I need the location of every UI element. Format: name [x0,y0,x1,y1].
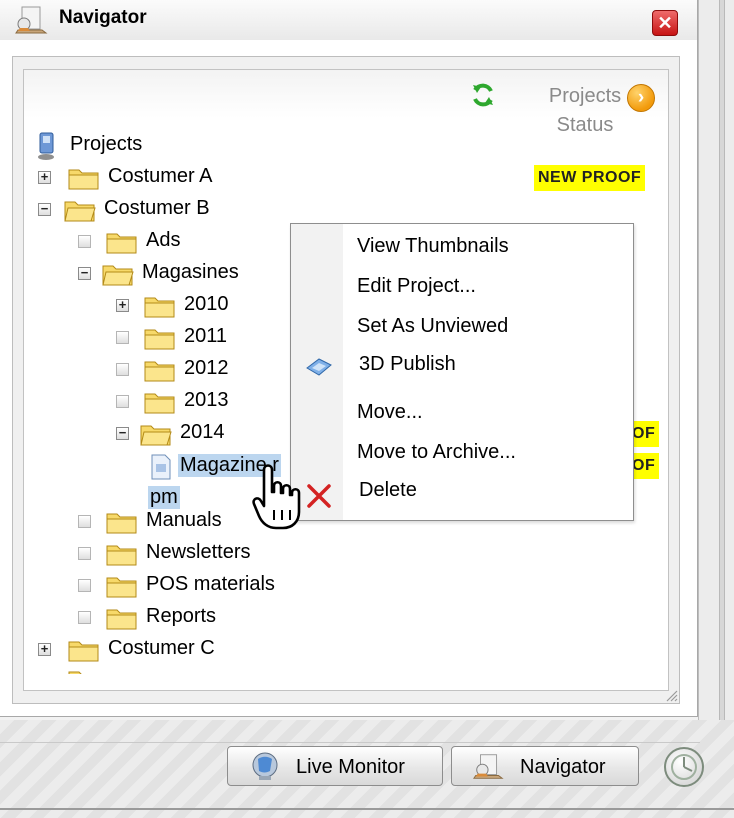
live-monitor-button[interactable]: Live Monitor [227,746,443,786]
folder-icon [106,545,137,566]
tree-label: Magasines [142,261,239,283]
leaf-node-icon [78,579,91,592]
projects-status-line2: Status [556,114,614,136]
window-title: Navigator [59,7,147,28]
menu-item-move[interactable]: Move... [357,401,423,429]
tree-label: 2011 [184,325,228,347]
tree-label: Costumer C [108,637,215,659]
navigator-taskbar-button[interactable]: Navigator [451,746,639,786]
tree-label: 2012 [184,357,229,379]
projects-status-arrow-icon[interactable]: › [627,84,655,112]
collapse-minus-icon[interactable]: − [38,202,51,216]
hand-pointer-cursor-icon [252,464,301,530]
folder-icon [68,169,99,190]
refresh-icon[interactable] [470,82,496,108]
tree-label: Projects [70,133,143,155]
menu-item-view-thumbnails[interactable]: View Thumbnails [357,235,509,263]
projects-computer-icon [38,132,54,160]
leaf-node-icon [78,611,91,624]
tree-label: Newsletters [146,541,251,563]
leaf-node-icon [116,395,129,408]
status-globe-icon [671,754,697,780]
navigator-app-icon [15,6,48,34]
context-menu: View Thumbnails Edit Project... Set As U… [290,223,634,521]
folder-icon [144,329,175,350]
tree-label: 2010 [184,293,229,315]
live-monitor-label: Live Monitor [296,756,405,778]
navigator-taskbar-label: Navigator [520,756,606,778]
leaf-node-icon [116,331,129,344]
folder-icon [106,577,137,598]
expand-plus-icon[interactable]: + [38,642,51,656]
folder-open-icon [102,265,134,286]
close-button[interactable]: ✕ [652,10,678,36]
navigator-app-icon [473,754,504,779]
menu-item-move-to-archive[interactable]: Move to Archive... [357,441,516,469]
folder-icon [106,233,137,254]
menu-item-edit-project[interactable]: Edit Project... [357,275,476,303]
panel-header: Projects Status › [24,70,668,136]
leaf-node-icon [116,363,129,376]
folder-icon [144,361,175,382]
delete-x-icon [307,484,331,508]
tree-label: Costumer B [104,197,210,219]
status-globe-button[interactable] [664,747,704,787]
clipped-tree-row [66,668,226,674]
folder-icon [144,393,175,414]
tree-label: Reports [146,605,217,627]
tree-label: Costumer A [108,165,213,187]
expand-plus-icon[interactable]: + [38,170,51,184]
expand-plus-icon[interactable]: + [116,298,129,312]
projects-status-line1: Projects [548,85,622,107]
menu-item-delete[interactable]: Delete [359,479,417,507]
menu-item-set-as-unviewed[interactable]: Set As Unviewed [357,315,508,343]
projects-status-link[interactable]: Projects Status [534,82,636,140]
document-icon [151,454,171,480]
new-proof-badge: NEW PROOF [534,165,646,191]
leaf-node-icon [78,547,91,560]
close-icon: ✕ [657,13,673,33]
tree-label: 2013 [184,389,229,411]
folder-icon [68,671,82,674]
live-monitor-icon [252,752,278,780]
folder-open-icon [140,425,172,446]
resize-grip-icon[interactable] [664,688,678,702]
folder-open-icon [64,201,96,222]
tree-label: Ads [146,229,181,251]
folder-icon [68,641,99,662]
folder-icon [144,297,175,318]
folder-icon [106,513,137,534]
leaf-node-icon [78,235,91,248]
background-window-edge [698,0,734,818]
collapse-minus-icon[interactable]: − [78,266,91,280]
folder-icon [106,609,137,630]
leaf-node-icon [78,515,91,528]
tree-label: POS materials [146,573,275,595]
title-bar[interactable]: Navigator ✕ [0,0,697,40]
tree-label: 2014 [180,421,225,443]
collapse-minus-icon[interactable]: − [116,426,129,440]
menu-item-3d-publish[interactable]: 3D Publish [359,353,456,381]
tree-label: Manuals [146,509,222,531]
3d-publish-icon [306,358,332,376]
selected-file-label-wrap: pm [148,486,180,509]
